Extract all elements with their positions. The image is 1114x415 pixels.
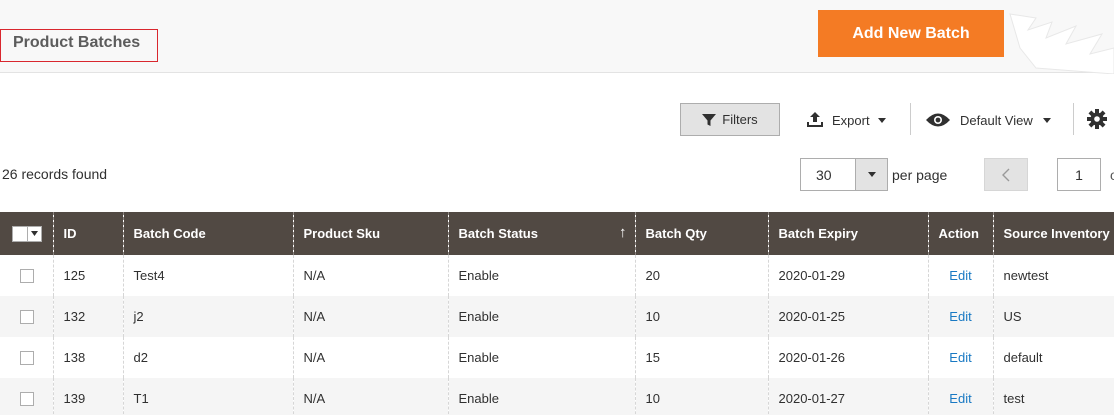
cell-product-sku: N/A (292, 255, 448, 296)
row-checkbox[interactable] (20, 351, 34, 366)
column-header-source-inventory[interactable]: Source Inventory (992, 212, 1114, 255)
records-count: 26 records found (2, 166, 108, 182)
export-button[interactable]: Export (806, 108, 886, 132)
column-header-batch-status[interactable]: Batch Status ↑ (447, 212, 635, 255)
page-total-fragment: o (1110, 167, 1114, 181)
column-header-product-sku[interactable]: Product Sku (292, 212, 448, 255)
batch-status-header-label: Batch Status (458, 226, 538, 241)
cell-batch-code: j2 (122, 296, 293, 337)
cell-id: 139 (52, 378, 123, 415)
column-header-batch-code[interactable]: Batch Code (122, 212, 293, 255)
edit-link[interactable]: Edit (949, 309, 971, 324)
column-header-id[interactable]: ID (52, 212, 123, 255)
caret-down-icon (31, 231, 38, 237)
sort-ascending-icon: ↑ (619, 224, 627, 241)
cell-batch-code: T1 (122, 378, 293, 415)
previous-page-button[interactable] (984, 158, 1028, 191)
gear-icon[interactable] (1086, 108, 1108, 130)
row-checkbox[interactable] (20, 269, 34, 284)
table-row: 138 d2 N/A Enable 15 2020-01-26 Edit def… (0, 337, 1114, 378)
cell-product-sku: N/A (292, 337, 448, 378)
per-page-label: per page (892, 167, 948, 183)
edit-link[interactable]: Edit (949, 268, 971, 283)
caret-down-icon (1042, 117, 1051, 123)
row-checkbox[interactable] (20, 310, 34, 325)
cell-batch-qty: 20 (634, 255, 768, 296)
cell-batch-expiry: 2020-01-26 (767, 337, 928, 378)
cell-batch-expiry: 2020-01-27 (767, 378, 928, 415)
edit-link[interactable]: Edit (949, 350, 971, 365)
filters-label: Filters (722, 112, 758, 127)
toolbar-divider (1073, 103, 1074, 135)
cell-batch-status: Enable (447, 337, 635, 378)
per-page-select[interactable]: 30 (800, 158, 888, 191)
cell-batch-qty: 15 (634, 337, 768, 378)
grid-header-row: ID Batch Code Product Sku Batch Status ↑… (0, 212, 1114, 255)
cell-id: 138 (52, 337, 123, 378)
column-header-batch-qty[interactable]: Batch Qty (634, 212, 768, 255)
column-header-action: Action (927, 212, 993, 255)
export-label: Export (832, 112, 870, 128)
caret-down-icon (877, 117, 886, 123)
cell-product-sku: N/A (292, 378, 448, 415)
current-page-input[interactable]: 1 (1057, 158, 1101, 191)
page-header: Product Batches Add New Batch (0, 0, 1114, 74)
caret-down-icon (867, 172, 876, 177)
eye-icon (926, 113, 950, 127)
cell-batch-qty: 10 (634, 296, 768, 337)
cell-batch-status: Enable (447, 378, 635, 415)
redaction-scribble (1009, 13, 1114, 74)
per-page-dropdown-button[interactable] (855, 159, 887, 190)
cell-batch-qty: 10 (634, 378, 768, 415)
cell-source-inventory: test (992, 378, 1114, 415)
mass-action-header[interactable] (0, 212, 53, 255)
cell-source-inventory: default (992, 337, 1114, 378)
cell-source-inventory: newtest (992, 255, 1114, 296)
page-title: Product Batches (0, 29, 158, 62)
default-view-button[interactable]: Default View (926, 108, 1051, 132)
mass-action-select[interactable] (12, 225, 42, 242)
cell-id: 125 (52, 255, 123, 296)
table-row: 139 T1 N/A Enable 10 2020-01-27 Edit tes… (0, 378, 1114, 415)
row-checkbox[interactable] (20, 392, 34, 407)
column-header-batch-expiry[interactable]: Batch Expiry (767, 212, 928, 255)
cell-batch-code: Test4 (122, 255, 293, 296)
cell-product-sku: N/A (292, 296, 448, 337)
cell-batch-code: d2 (122, 337, 293, 378)
chevron-left-icon (1002, 168, 1010, 181)
view-label: Default View (960, 112, 1033, 128)
batches-grid: ID Batch Code Product Sku Batch Status ↑… (0, 212, 1114, 415)
table-row: 125 Test4 N/A Enable 20 2020-01-29 Edit … (0, 255, 1114, 296)
add-new-batch-button[interactable]: Add New Batch (818, 10, 1004, 57)
edit-link[interactable]: Edit (949, 391, 971, 406)
filters-button[interactable]: Filters (680, 103, 780, 136)
upload-icon (807, 112, 823, 127)
cell-source-inventory: US (992, 296, 1114, 337)
cell-batch-expiry: 2020-01-25 (767, 296, 928, 337)
funnel-icon (702, 113, 717, 126)
mass-action-dropdown[interactable] (28, 225, 42, 242)
per-page-value: 30 (816, 166, 832, 183)
cell-batch-status: Enable (447, 255, 635, 296)
cell-batch-status: Enable (447, 296, 635, 337)
select-all-checkbox[interactable] (12, 225, 28, 242)
cell-batch-expiry: 2020-01-29 (767, 255, 928, 296)
toolbar-divider (910, 103, 911, 135)
cell-id: 132 (52, 296, 123, 337)
table-row: 132 j2 N/A Enable 10 2020-01-25 Edit US (0, 296, 1114, 337)
